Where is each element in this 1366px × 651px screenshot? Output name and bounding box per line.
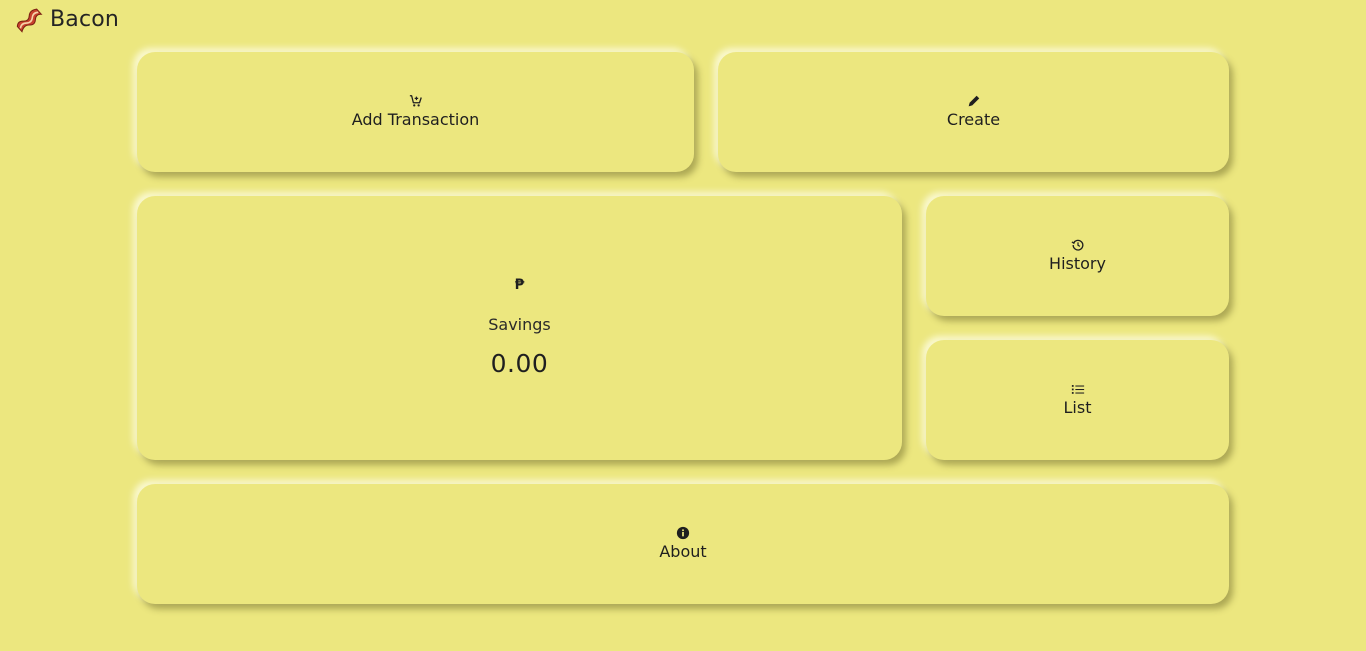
app-title: Bacon <box>50 7 120 32</box>
list-card[interactable]: List <box>926 340 1229 460</box>
savings-label: Savings <box>488 315 551 334</box>
app-header: Bacon <box>14 5 119 35</box>
add-transaction-card[interactable]: Add Transaction <box>137 52 694 172</box>
create-card[interactable]: Create <box>718 52 1229 172</box>
about-label: About <box>659 542 707 561</box>
list-icon <box>1071 385 1084 394</box>
list-label: List <box>1063 398 1092 417</box>
savings-value: 0.00 <box>490 349 549 378</box>
about-card[interactable]: About <box>137 484 1229 604</box>
add-transaction-label: Add Transaction <box>351 110 480 129</box>
history-icon <box>1071 239 1083 251</box>
bacon-icon <box>16 8 43 33</box>
cart-plus-icon <box>409 95 422 107</box>
create-label: Create <box>946 110 1001 129</box>
savings-card: ₱ Savings 0.00 <box>137 196 902 460</box>
pencil-icon <box>968 95 979 107</box>
info-icon <box>676 526 690 540</box>
peso-icon: ₱ <box>514 277 525 293</box>
history-card[interactable]: History <box>926 196 1229 316</box>
history-label: History <box>1049 254 1106 273</box>
